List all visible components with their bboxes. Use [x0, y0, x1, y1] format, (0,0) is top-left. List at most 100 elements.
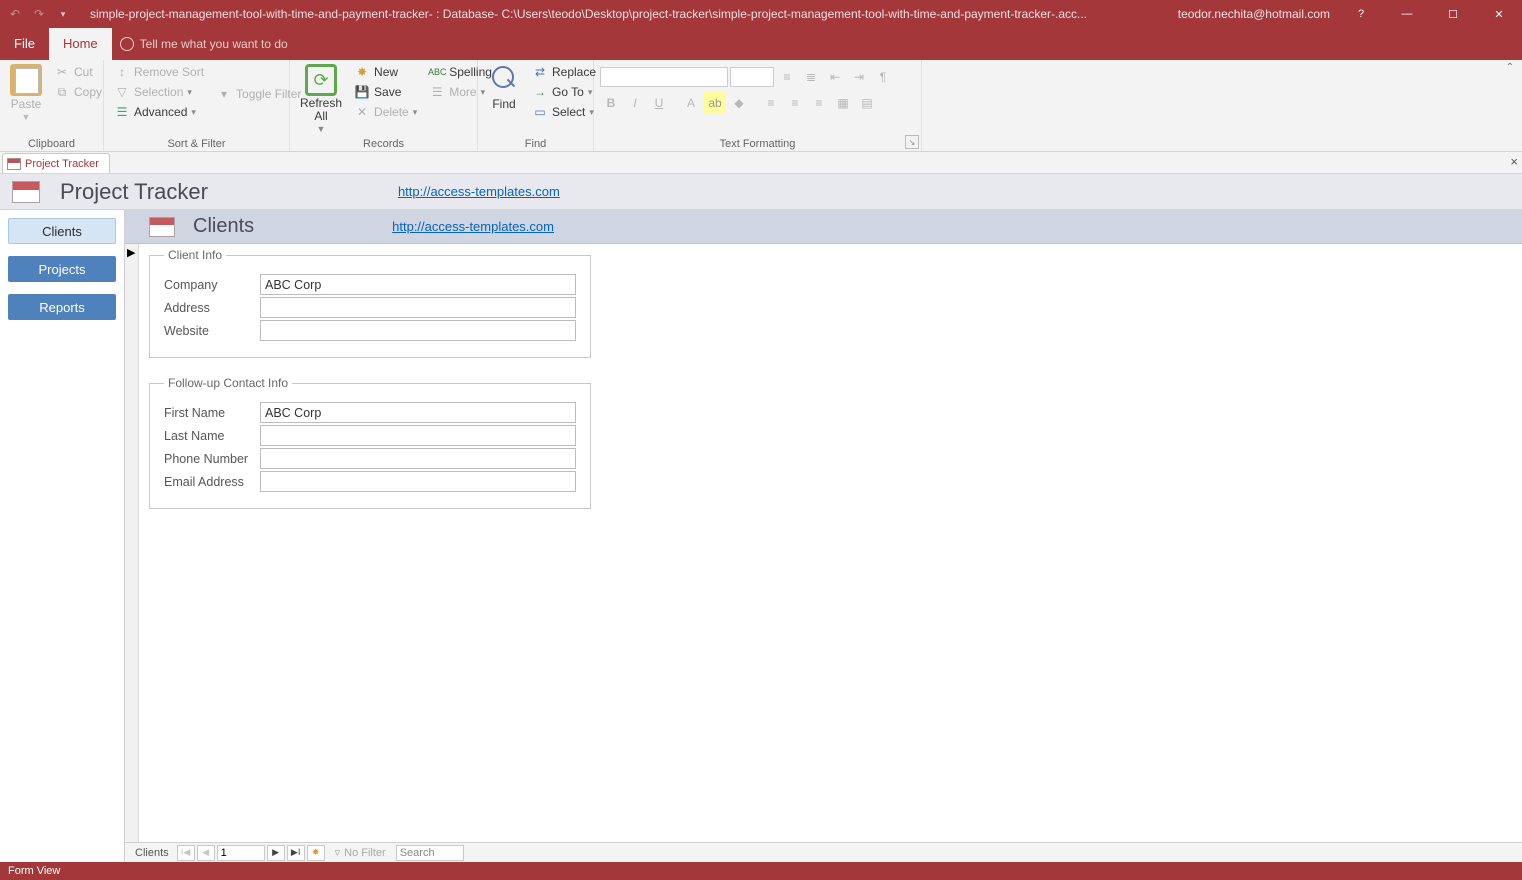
bullets-button[interactable]: ≡	[776, 66, 798, 88]
font-name-combo[interactable]	[600, 67, 728, 87]
italic-button[interactable]: I	[624, 92, 646, 114]
replace-icon: ⇄	[532, 64, 548, 80]
label-phone: Phone Number	[164, 452, 260, 466]
indent-increase-button[interactable]: ⇥	[848, 66, 870, 88]
nav-prev-button[interactable]: ◀	[197, 845, 215, 861]
label-address: Address	[164, 301, 260, 315]
record-marker-icon: ▶	[127, 246, 135, 259]
subheader-link[interactable]: http://access-templates.com	[392, 219, 554, 234]
advanced-icon: ☰	[114, 104, 130, 120]
new-record-button[interactable]: ✸New	[350, 62, 421, 82]
record-number-input[interactable]	[217, 845, 265, 861]
undo-button[interactable]: ↶	[4, 3, 26, 25]
tab-home[interactable]: Home	[49, 28, 112, 60]
record-selector[interactable]: ▶	[125, 244, 139, 842]
copy-icon: ⧉	[54, 84, 70, 100]
textfmt-dialog-launcher[interactable]: ↘	[905, 135, 919, 149]
nav-first-button[interactable]: I◀	[177, 845, 195, 861]
align-center-button[interactable]: ≡	[784, 92, 806, 114]
input-company[interactable]	[260, 274, 576, 295]
sidebar-item-reports[interactable]: Reports	[8, 294, 116, 320]
input-lastname[interactable]	[260, 425, 576, 446]
body: Clients Projects Reports Clients http://…	[0, 210, 1522, 862]
redo-button[interactable]: ↷	[28, 3, 50, 25]
refresh-label: Refresh All	[300, 97, 342, 123]
label-company: Company	[164, 278, 260, 292]
fill-color-button[interactable]: ◆	[728, 92, 750, 114]
numbering-button[interactable]: ≣	[800, 66, 822, 88]
underline-button[interactable]: U	[648, 92, 670, 114]
find-label: Find	[492, 97, 515, 111]
subform-icon	[149, 217, 175, 237]
tab-file[interactable]: File	[0, 28, 49, 60]
save-record-button[interactable]: 💾Save	[350, 82, 421, 102]
label-lastname: Last Name	[164, 429, 260, 443]
paste-button[interactable]: Paste ▼	[6, 62, 46, 124]
bulb-icon	[120, 37, 134, 51]
indent-decrease-button[interactable]: ⇤	[824, 66, 846, 88]
header-link[interactable]: http://access-templates.com	[398, 184, 560, 199]
align-right-button[interactable]: ≡	[808, 92, 830, 114]
sidebar-item-projects[interactable]: Projects	[8, 256, 116, 282]
more-icon: ☰	[429, 84, 445, 100]
nav-next-button[interactable]: ▶	[267, 845, 285, 861]
find-icon	[488, 64, 520, 96]
delete-record-button[interactable]: ✕Delete	[350, 102, 421, 122]
advanced-button[interactable]: ☰Advanced	[110, 102, 208, 122]
gridlines-button[interactable]: ▦	[832, 92, 854, 114]
collapse-ribbon-button[interactable]: ⌃	[1502, 62, 1518, 78]
recnav-label: Clients	[129, 847, 175, 859]
group-clipboard: Paste ▼ ✂Cut ⧉Copy Clipboard	[0, 60, 104, 151]
replace-button[interactable]: ⇄Replace	[528, 62, 600, 82]
help-button[interactable]: ?	[1338, 0, 1384, 28]
subform-title: Clients	[193, 215, 254, 238]
input-address[interactable]	[260, 297, 576, 318]
group-label-records: Records	[296, 136, 471, 151]
select-button[interactable]: ▭Select	[528, 102, 600, 122]
group-records: Refresh All ▼ ✸New 💾Save ✕Delete ABCSpel…	[290, 60, 478, 151]
text-direction-button[interactable]: ¶	[872, 66, 894, 88]
doctab-label: Project Tracker	[25, 158, 99, 170]
sidebar-item-clients[interactable]: Clients	[8, 218, 116, 244]
bold-button[interactable]: B	[600, 92, 622, 114]
filter-icon: ▾	[216, 86, 232, 102]
refresh-all-button[interactable]: Refresh All ▼	[296, 62, 346, 136]
label-email: Email Address	[164, 475, 260, 489]
group-find: Find ⇄Replace →Go To ▭Select Find	[478, 60, 594, 151]
close-document-button[interactable]: ×	[1510, 154, 1518, 169]
input-email[interactable]	[260, 471, 576, 492]
record-navigation: Clients I◀ ◀ ▶ ▶I ✸ ▿No Filter	[125, 842, 1522, 862]
new-icon: ✸	[354, 64, 370, 80]
goto-button[interactable]: →Go To	[528, 82, 600, 102]
maximize-button[interactable]: ☐	[1430, 0, 1476, 28]
copy-button[interactable]: ⧉Copy	[50, 82, 106, 102]
refresh-icon	[305, 64, 337, 96]
selection-icon: ▽	[114, 84, 130, 100]
doctab-project-tracker[interactable]: Project Tracker	[2, 153, 110, 173]
group-text-formatting: ≡ ≣ ⇤ ⇥ ¶ B I U A ab ◆ ≡ ≡ ≡ ▦ ▤	[594, 60, 922, 151]
page-title: Project Tracker	[60, 179, 208, 205]
selection-button[interactable]: ▽Selection	[110, 82, 208, 102]
font-color-button[interactable]: A	[680, 92, 702, 114]
tell-me-search[interactable]: Tell me what you want to do	[112, 28, 288, 60]
input-website[interactable]	[260, 320, 576, 341]
label-firstname: First Name	[164, 406, 260, 420]
ribbon-tabs: File Home Tell me what you want to do	[0, 28, 1522, 60]
close-button[interactable]: ✕	[1476, 0, 1522, 28]
account-label[interactable]: teodor.nechita@hotmail.com	[1170, 7, 1338, 21]
highlight-button[interactable]: ab	[704, 92, 726, 114]
input-firstname[interactable]	[260, 402, 576, 423]
nav-last-button[interactable]: ▶I	[287, 845, 305, 861]
font-size-combo[interactable]	[730, 67, 774, 87]
remove-sort-button[interactable]: ↕Remove Sort	[110, 62, 208, 82]
cut-button[interactable]: ✂Cut	[50, 62, 106, 82]
alt-row-color-button[interactable]: ▤	[856, 92, 878, 114]
nav-new-button[interactable]: ✸	[307, 845, 325, 861]
align-left-button[interactable]: ≡	[760, 92, 782, 114]
qat-customize[interactable]: ▾	[52, 3, 74, 25]
find-button[interactable]: Find	[484, 62, 524, 113]
filter-indicator[interactable]: ▿No Filter	[327, 846, 394, 859]
record-search-input[interactable]	[396, 845, 464, 861]
minimize-button[interactable]: —	[1384, 0, 1430, 28]
input-phone[interactable]	[260, 448, 576, 469]
